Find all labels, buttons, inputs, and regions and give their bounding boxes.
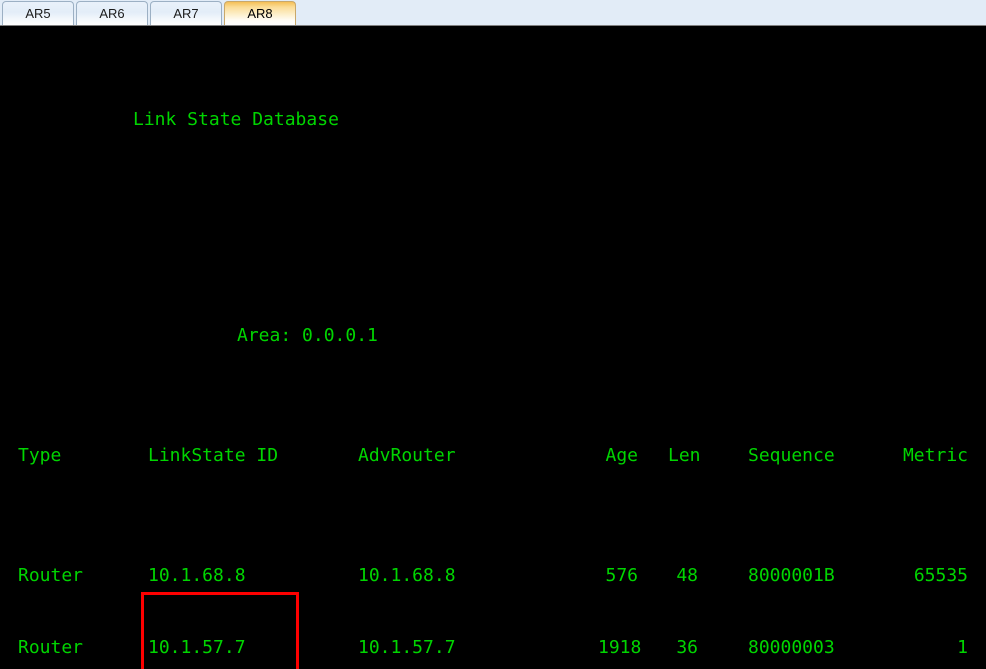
cell-len: 36 (676, 637, 698, 658)
tab-label: AR8 (247, 6, 273, 21)
lsdb-title: Link State Database (133, 109, 339, 130)
tab-label: AR5 (25, 6, 51, 21)
lsdb-area-line: Area: 0.0.0.1 (0, 324, 986, 348)
cell-linkstate-id: 10.1.68.8 (148, 565, 246, 586)
lsdb-header-row: Type LinkState ID AdvRouter Age Len Sequ… (0, 444, 986, 468)
cell-len: 48 (676, 565, 698, 586)
cell-sequence: 8000001B (748, 565, 835, 586)
tab-ar8[interactable]: AR8 (224, 1, 296, 25)
lsdb-title-line: Link State Database (0, 108, 986, 132)
tab-label: AR6 (99, 6, 125, 21)
device-tab-bar: AR5 AR6 AR7 AR8 (0, 0, 986, 26)
column-header-advrouter: AdvRouter (358, 445, 456, 466)
cell-sequence: 80000003 (748, 637, 835, 658)
cell-metric: 1 (957, 637, 968, 658)
table-row: Router 10.1.57.7 10.1.57.7 1918 36 80000… (0, 636, 986, 660)
tab-ar5[interactable]: AR5 (2, 1, 74, 25)
column-header-sequence: Sequence (748, 445, 835, 466)
cell-linkstate-id: 10.1.57.7 (148, 637, 246, 658)
terminal-console[interactable]: Link State Database Area: 0.0.0.1 Type L… (0, 26, 986, 669)
cell-type: Router (18, 565, 84, 586)
tab-label: AR7 (173, 6, 199, 21)
column-header-linkstate-id: LinkState ID (148, 445, 279, 466)
application-window: AR5 AR6 AR7 AR8 Link State Database Area… (0, 0, 986, 669)
lsdb-area-label: Area: 0.0.0.1 (237, 325, 378, 346)
tab-ar7[interactable]: AR7 (150, 1, 222, 25)
cell-age: 1918 (598, 637, 642, 658)
table-row: Router 10.1.68.8 10.1.68.8 576 48 800000… (0, 564, 986, 588)
cell-metric: 65535 (913, 565, 968, 586)
column-header-len: Len (668, 445, 701, 466)
cell-type: Router (18, 637, 84, 658)
tab-ar6[interactable]: AR6 (76, 1, 148, 25)
cell-advrouter: 10.1.68.8 (358, 565, 456, 586)
column-header-age: Age (605, 445, 638, 466)
column-header-metric: Metric (902, 445, 968, 466)
terminal-output: Link State Database Area: 0.0.0.1 Type L… (0, 26, 986, 669)
cell-advrouter: 10.1.57.7 (358, 637, 456, 658)
cell-age: 576 (605, 565, 638, 586)
column-header-type: Type (18, 445, 62, 466)
